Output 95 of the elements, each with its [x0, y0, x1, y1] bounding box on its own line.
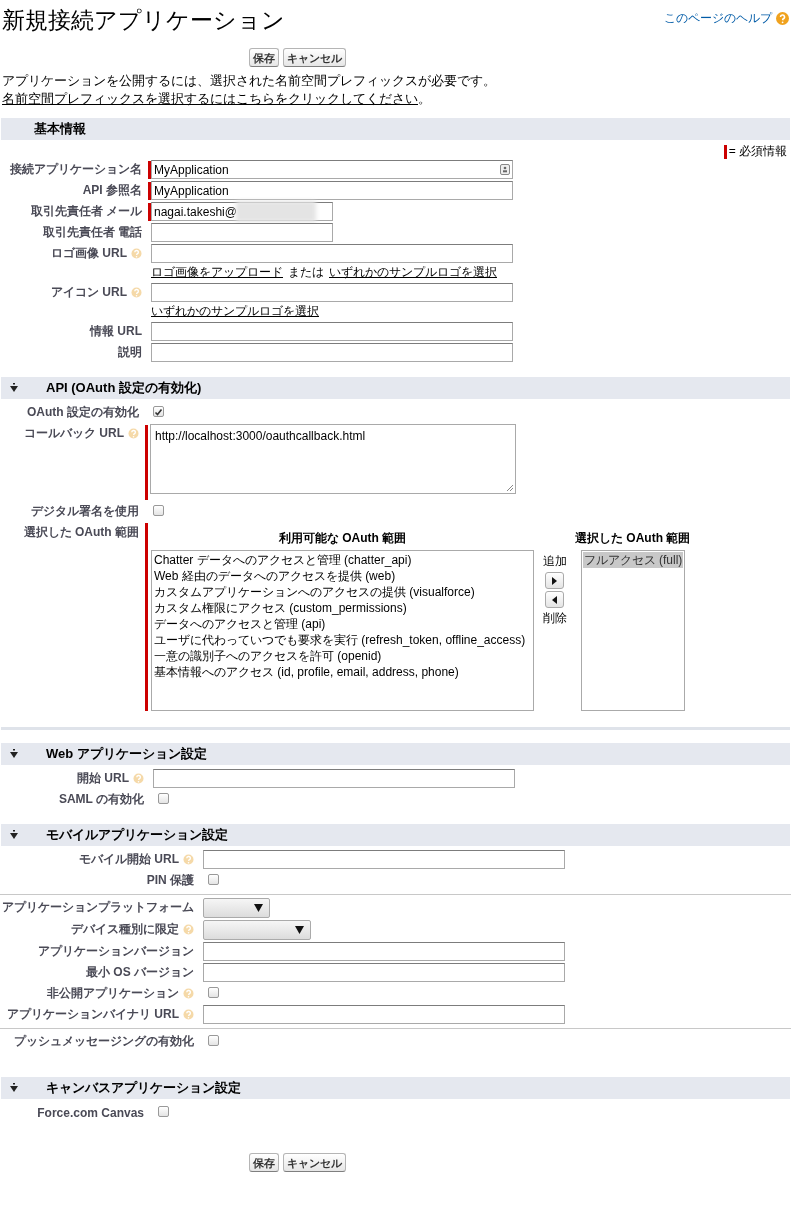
checkbox[interactable] [208, 1035, 219, 1046]
list-option[interactable]: データへのアクセスと管理 (api) [153, 616, 532, 632]
field-label: PIN 保護 [146, 872, 194, 889]
notice-text: アプリケーションを公開するには、選択された名前空間プレフィックスが必要です。 名前空間プレフィックスを選択するにはこちらをクリックしてください。 [2, 73, 497, 108]
checkbox[interactable] [153, 505, 164, 516]
cancel-button[interactable]: キャンセル [283, 48, 346, 67]
section-header: 基本情報 [1, 118, 790, 140]
page-title: 新規接続アプリケーション [2, 6, 285, 35]
right-arrow-icon [552, 576, 557, 585]
text-field[interactable]: MyApplication [151, 181, 513, 200]
add-button[interactable] [545, 572, 564, 589]
connector-text: または [288, 264, 324, 281]
text-field[interactable] [203, 963, 565, 982]
section-header[interactable]: API (OAuth 設定の有効化) [1, 377, 790, 399]
field-value: nagai.takeshi@ [154, 204, 237, 219]
field-label: ロゴ画像 URL [51, 245, 127, 262]
list-heading: 選択した OAuth 範囲 [575, 530, 691, 544]
available-scopes-list[interactable] [151, 550, 534, 711]
field-label: SAML の有効化 [58, 791, 144, 808]
field-label: 説明 [118, 344, 142, 361]
field-label: 取引先責任者 メール [30, 203, 142, 220]
field-label: アイコン URL [51, 284, 127, 301]
list-option[interactable]: カスタムアプリケーションへのアクセスの提供 (visualforce) [153, 584, 532, 600]
field-label: 接続アプリケーション名 [10, 161, 142, 178]
field-label: 取引先責任者 電話 [42, 224, 142, 241]
add-label: 追加 [542, 553, 567, 570]
list-option[interactable]: フルアクセス (full) [582, 552, 683, 568]
checkbox[interactable] [208, 987, 219, 998]
list-option[interactable]: Web 経由のデータへのアクセスを提供 (web) [153, 568, 532, 584]
list-option[interactable]: 一意の識別子へのアクセスを許可 (openid) [153, 648, 532, 664]
text-field[interactable] [151, 343, 513, 362]
field-label: モバイル開始 URL [79, 851, 179, 868]
remove-button[interactable] [545, 591, 564, 608]
required-legend: = 必須情報 [0, 140, 791, 160]
field-label: 最小 OS バージョン [86, 964, 194, 981]
list-option[interactable]: ユーザに代わっていつでも要求を実行 (refresh_token, offline_access) [153, 632, 532, 648]
text-field[interactable] [203, 942, 565, 961]
dropdown-arrow-icon [295, 926, 304, 934]
link[interactable]: いずれかのサンプルロゴを選択 [151, 303, 319, 320]
field-label: Force.com Canvas [37, 1105, 144, 1120]
section-header[interactable]: Web アプリケーション設定 [1, 743, 790, 765]
list-option[interactable]: 基本情報へのアクセス (id, profile, email, address, phone) [153, 664, 532, 680]
text-field[interactable] [203, 850, 565, 869]
text-field[interactable] [151, 283, 513, 302]
checkbox[interactable] [153, 406, 164, 417]
field-label: 非公開アプリケーション [47, 985, 179, 1002]
link[interactable]: いずれかのサンプルロゴを選択 [329, 264, 497, 281]
help-icon [776, 12, 789, 25]
section-header[interactable]: モバイルアプリケーション設定 [1, 824, 790, 846]
text-field[interactable] [151, 223, 333, 242]
field-label: アプリケーションバージョン [38, 943, 194, 960]
field-label: アプリケーションバイナリ URL [7, 1006, 179, 1023]
dropdown-arrow-icon [254, 904, 263, 912]
text-field[interactable] [203, 1005, 565, 1024]
text-field[interactable]: MyApplication [151, 160, 513, 179]
field-label: コールバック URL [24, 425, 124, 442]
field-value: http://localhost:3000/oauthcallback.html [155, 429, 366, 443]
field-label: プッシュメッセージングの有効化 [14, 1033, 194, 1050]
selected-scopes-list[interactable]: フルアクセス (full) [580, 550, 685, 711]
link[interactable]: ロゴ画像をアップロード [151, 264, 283, 281]
remove-label: 削除 [542, 610, 567, 627]
collapse-icon [9, 383, 19, 393]
field-value: MyApplication [154, 183, 229, 198]
save-button[interactable]: 保存 [249, 1153, 279, 1172]
link[interactable]: 名前空間プレフィックスを選択するにはこちらをクリックしてください [2, 92, 418, 106]
field-label: 選択した OAuth 範囲 [23, 524, 139, 541]
text-field[interactable] [153, 769, 515, 788]
field-label: API 参照名 [82, 182, 142, 199]
dropdown[interactable] [203, 898, 270, 918]
section-header[interactable]: キャンバスアプリケーション設定 [1, 1077, 790, 1099]
collapse-icon [9, 830, 19, 840]
field-label: 情報 URL [90, 323, 142, 340]
text-field[interactable] [151, 244, 513, 263]
field-label: デバイス種別に限定 [71, 921, 179, 938]
field-label: デジタル署名を使用 [31, 503, 139, 520]
text-field[interactable] [151, 322, 513, 341]
field-value: MyApplication [154, 162, 229, 177]
cancel-button[interactable]: キャンセル [283, 1153, 346, 1172]
field-label: アプリケーションプラットフォーム [2, 899, 194, 916]
collapse-icon [9, 749, 19, 759]
field-label: OAuth 設定の有効化 [27, 404, 139, 421]
list-option[interactable]: Chatter データへのアクセスと管理 (chatter_api) [153, 552, 532, 568]
collapse-icon [9, 1083, 19, 1093]
resize-grip-icon [505, 483, 514, 492]
field-label: 開始 URL [77, 770, 129, 787]
checkbox[interactable] [208, 874, 219, 885]
left-arrow-icon [552, 595, 557, 604]
checkbox[interactable] [158, 1106, 169, 1117]
checkbox[interactable] [158, 793, 169, 804]
list-heading: 利用可能な OAuth 範囲 [278, 530, 407, 544]
callback-url-field[interactable]: http://localhost:3000/oauthcallback.html [150, 424, 516, 494]
help-link[interactable]: このページのヘルプ [664, 10, 789, 27]
save-button[interactable]: 保存 [249, 48, 279, 67]
text-field[interactable]: nagai.takeshi@ [151, 202, 333, 221]
list-option[interactable]: カスタム権限にアクセス (custom_permissions) [153, 600, 532, 616]
